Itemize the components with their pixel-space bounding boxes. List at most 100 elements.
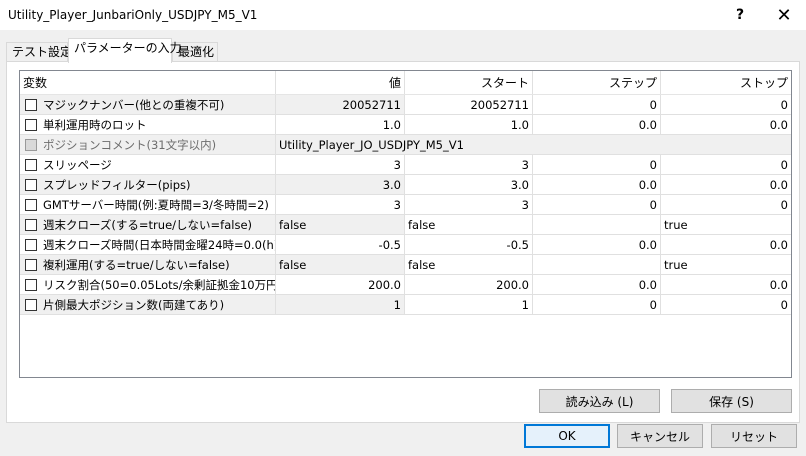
value-cell[interactable]: 1: [276, 295, 405, 315]
stop-cell[interactable]: 0.0: [661, 275, 791, 295]
value-cell[interactable]: Utility_Player_JO_USDJPY_M5_V1: [276, 135, 791, 155]
value-cell[interactable]: false: [276, 255, 405, 275]
start-cell[interactable]: 200.0: [405, 275, 533, 295]
start-cell[interactable]: 1: [405, 295, 533, 315]
value-cell[interactable]: 1.0: [276, 115, 405, 135]
close-icon[interactable]: ✕: [762, 0, 806, 30]
table-row[interactable]: リスク割合(50=0.05Lots/余剰証拠金10万円) 200.0 200.0 0.…: [20, 275, 791, 295]
cancel-button[interactable]: キャンセル: [617, 424, 703, 448]
parameter-name-cell: 単利運用時のロット: [20, 115, 276, 135]
parameter-name-cell: 複利運用(する=true/しない=false): [20, 255, 276, 275]
step-cell[interactable]: 0.0: [533, 235, 661, 255]
stop-cell[interactable]: true: [661, 255, 791, 275]
start-cell[interactable]: false: [405, 215, 533, 235]
column-header-value[interactable]: 値: [276, 71, 405, 94]
optimize-checkbox[interactable]: [25, 258, 37, 271]
parameter-name-cell: リスク割合(50=0.05Lots/余剰証拠金10万円): [20, 275, 276, 295]
table-row[interactable]: スプレッドフィルター(pips) 3.0 3.0 0.0 0.0: [20, 175, 791, 195]
value-cell[interactable]: -0.5: [276, 235, 405, 255]
stop-cell[interactable]: 0: [661, 95, 791, 115]
parameter-name-label: 片側最大ポジション数(両建てあり): [43, 297, 225, 312]
parameter-name-label: 複利運用(する=true/しない=false): [43, 257, 230, 272]
optimize-checkbox[interactable]: [25, 278, 37, 291]
title-bar: Utility_Player_JunbariOnly_USDJPY_M5_V1 …: [0, 0, 806, 30]
start-cell[interactable]: 3: [405, 155, 533, 175]
optimize-checkbox[interactable]: [25, 98, 37, 111]
optimize-checkbox[interactable]: [25, 138, 37, 151]
value-cell[interactable]: 3: [276, 155, 405, 175]
step-cell[interactable]: 0.0: [533, 115, 661, 135]
stop-cell[interactable]: 0.0: [661, 235, 791, 255]
start-cell[interactable]: 1.0: [405, 115, 533, 135]
table-row[interactable]: マジックナンバー(他との重複不可) 20052711 20052711 0 0: [20, 95, 791, 115]
start-cell[interactable]: 3.0: [405, 175, 533, 195]
step-cell[interactable]: [533, 215, 661, 235]
parameter-name-cell: 片側最大ポジション数(両建てあり): [20, 295, 276, 315]
parameter-name-label: 単利運用時のロット: [43, 117, 147, 132]
load-button[interactable]: 読み込み (L): [539, 389, 660, 413]
tab-test-settings[interactable]: テスト設定: [6, 42, 72, 62]
column-header-variable[interactable]: 変数: [20, 71, 276, 94]
column-header-step[interactable]: ステップ: [533, 71, 661, 94]
table-row[interactable]: 単利運用時のロット 1.0 1.0 0.0 0.0: [20, 115, 791, 135]
optimize-checkbox[interactable]: [25, 198, 37, 211]
column-header-start[interactable]: スタート: [405, 71, 533, 94]
parameter-name-label: マジックナンバー(他との重複不可): [43, 97, 225, 112]
step-cell[interactable]: [533, 255, 661, 275]
parameter-name-label: ポジションコメント(31文字以内): [43, 137, 217, 152]
parameter-name-cell: ポジションコメント(31文字以内): [20, 135, 276, 155]
save-button[interactable]: 保存 (S): [671, 389, 792, 413]
reset-button[interactable]: リセット: [711, 424, 797, 448]
parameter-name-label: 週末クローズ時間(日本時間金曜24時=0.0(h)): [43, 237, 276, 252]
step-cell[interactable]: 0: [533, 295, 661, 315]
start-cell[interactable]: 3: [405, 195, 533, 215]
optimize-checkbox[interactable]: [25, 218, 37, 231]
table-row[interactable]: 週末クローズ(する=true/しない=false) false false true: [20, 215, 791, 235]
table-row[interactable]: 片側最大ポジション数(両建てあり) 1 1 0 0: [20, 295, 791, 315]
parameter-name-cell: 週末クローズ時間(日本時間金曜24時=0.0(h)): [20, 235, 276, 255]
column-header-stop[interactable]: ストップ: [661, 71, 791, 94]
parameter-name-cell: GMTサーバー時間(例:夏時間=3/冬時間=2): [20, 195, 276, 215]
help-button[interactable]: ?: [718, 0, 762, 30]
stop-cell[interactable]: true: [661, 215, 791, 235]
optimize-checkbox[interactable]: [25, 118, 37, 131]
value-cell[interactable]: 3.0: [276, 175, 405, 195]
parameters-grid[interactable]: 変数 値 スタート ステップ ストップ マジックナンバー(他との重複不可) 200…: [19, 70, 792, 378]
table-row[interactable]: ポジションコメント(31文字以内) Utility_Player_JO_USDJP…: [20, 135, 791, 155]
value-cell[interactable]: 200.0: [276, 275, 405, 295]
parameter-name-label: リスク割合(50=0.05Lots/余剰証拠金10万円): [43, 277, 276, 292]
table-row[interactable]: 複利運用(する=true/しない=false) false false true: [20, 255, 791, 275]
optimize-checkbox[interactable]: [25, 238, 37, 251]
step-cell[interactable]: 0: [533, 155, 661, 175]
value-cell[interactable]: 3: [276, 195, 405, 215]
optimize-checkbox[interactable]: [25, 158, 37, 171]
parameter-name-cell: マジックナンバー(他との重複不可): [20, 95, 276, 115]
step-cell[interactable]: 0: [533, 95, 661, 115]
value-cell[interactable]: 20052711: [276, 95, 405, 115]
table-row[interactable]: 週末クローズ時間(日本時間金曜24時=0.0(h)) -0.5 -0.5 0.0 0.0: [20, 235, 791, 255]
parameter-name-label: スプレッドフィルター(pips): [43, 177, 191, 192]
window-title: Utility_Player_JunbariOnly_USDJPY_M5_V1: [8, 8, 258, 22]
stop-cell[interactable]: 0: [661, 295, 791, 315]
start-cell[interactable]: -0.5: [405, 235, 533, 255]
parameter-name-label: スリッページ: [43, 157, 112, 172]
ok-button[interactable]: OK: [524, 424, 610, 448]
parameters-panel: 変数 値 スタート ステップ ストップ マジックナンバー(他との重複不可) 200…: [6, 61, 800, 423]
start-cell[interactable]: 20052711: [405, 95, 533, 115]
stop-cell[interactable]: 0.0: [661, 175, 791, 195]
grid-header: 変数 値 スタート ステップ ストップ: [20, 71, 791, 95]
start-cell[interactable]: false: [405, 255, 533, 275]
value-cell[interactable]: false: [276, 215, 405, 235]
stop-cell[interactable]: 0.0: [661, 115, 791, 135]
tab-parameters[interactable]: パラメーターの入力: [68, 38, 182, 63]
step-cell[interactable]: 0.0: [533, 275, 661, 295]
step-cell[interactable]: 0: [533, 195, 661, 215]
step-cell[interactable]: 0.0: [533, 175, 661, 195]
table-row[interactable]: GMTサーバー時間(例:夏時間=3/冬時間=2) 3 3 0 0: [20, 195, 791, 215]
stop-cell[interactable]: 0: [661, 195, 791, 215]
parameter-name-cell: スプレッドフィルター(pips): [20, 175, 276, 195]
stop-cell[interactable]: 0: [661, 155, 791, 175]
optimize-checkbox[interactable]: [25, 298, 37, 311]
table-row[interactable]: スリッページ 3 3 0 0: [20, 155, 791, 175]
optimize-checkbox[interactable]: [25, 178, 37, 191]
